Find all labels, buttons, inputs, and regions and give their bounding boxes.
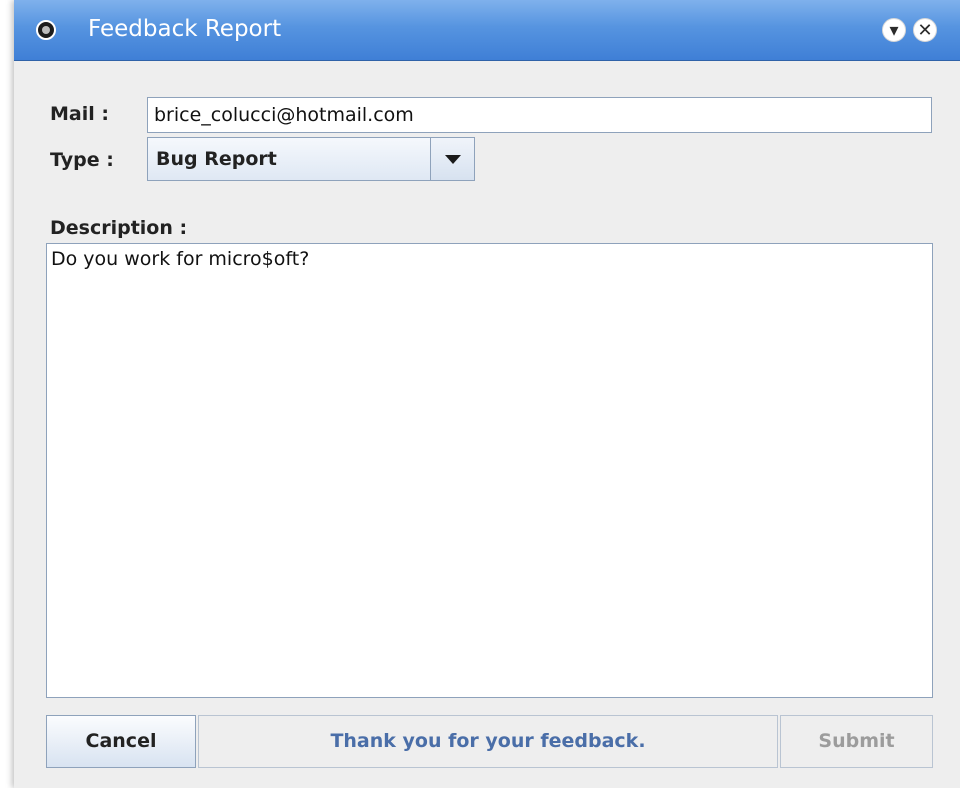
button-bar: Cancel Thank you for your feedback. Subm…: [46, 715, 933, 768]
shade-down-icon[interactable]: ▾: [882, 18, 906, 42]
cancel-button[interactable]: Cancel: [46, 715, 196, 768]
submit-button[interactable]: Submit: [780, 715, 933, 768]
status-message: Thank you for your feedback.: [198, 715, 778, 768]
mail-label: Mail :: [50, 103, 109, 125]
type-select-value: Bug Report: [156, 148, 277, 170]
chevron-down-icon[interactable]: [430, 138, 474, 180]
window-title: Feedback Report: [88, 16, 282, 42]
feedback-window: Feedback Report ▾ ✕ Mail : brice_colucci…: [14, 0, 960, 788]
type-select[interactable]: Bug Report: [147, 137, 475, 181]
title-bar[interactable]: Feedback Report ▾ ✕: [14, 0, 960, 61]
mail-field[interactable]: brice_colucci@hotmail.com: [147, 97, 932, 133]
type-label: Type :: [50, 149, 114, 171]
description-textarea[interactable]: Do you work for micro$oft?: [46, 243, 933, 698]
app-menu-icon[interactable]: [36, 20, 56, 40]
close-icon[interactable]: ✕: [913, 18, 937, 42]
description-label: Description :: [50, 217, 188, 239]
